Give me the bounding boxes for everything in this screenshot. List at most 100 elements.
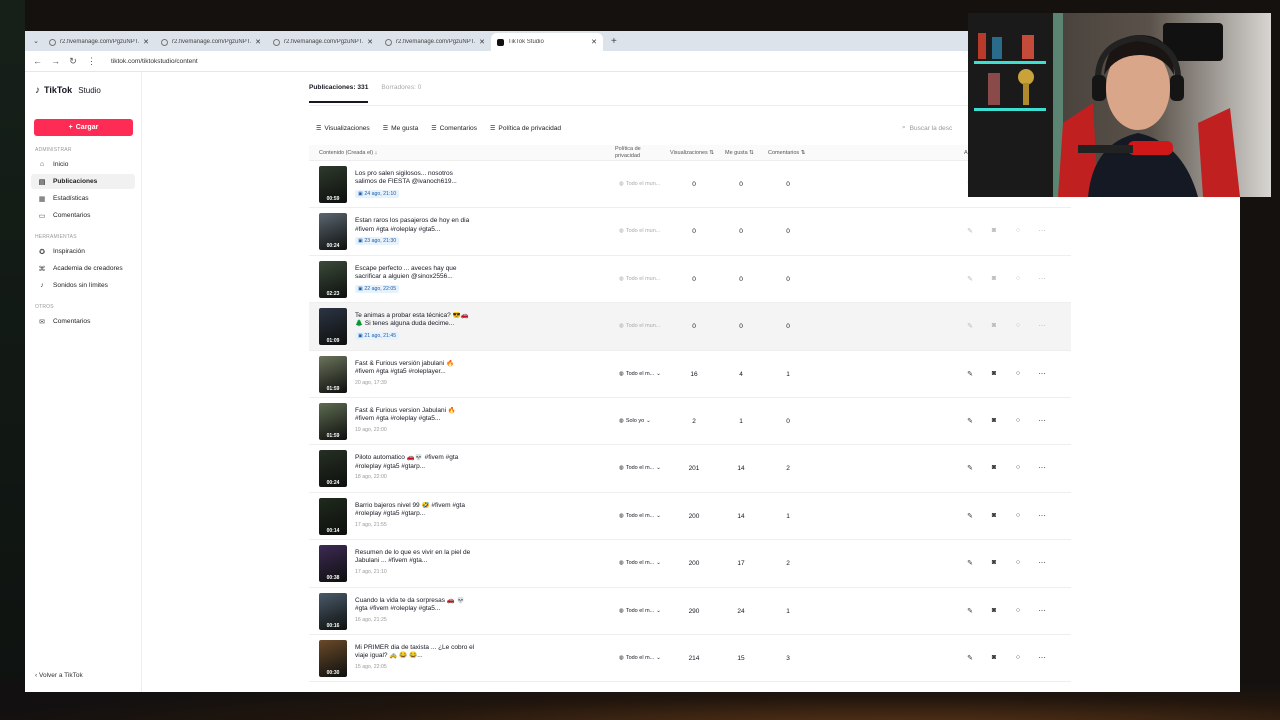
sidebar-item-academy[interactable]: ⌘ Academia de creadores [31,261,135,276]
post-caption[interactable]: Barrio bajeros nivel 99 🤣 #fivem #gta #r… [355,502,475,519]
video-thumbnail[interactable]: 01:59 [319,402,347,440]
sidebar-item-bulb[interactable]: ✪ Inspiración [31,244,135,259]
video-thumbnail[interactable]: 00:16 [319,592,347,630]
more-icon[interactable]: ⋯ [1038,227,1046,235]
more-icon[interactable]: ⋯ [1038,322,1046,330]
sidebar-item-home[interactable]: ⌂ Inicio [31,157,135,172]
more-icon[interactable]: ⋯ [1038,559,1046,567]
comment-icon[interactable]: ○ [1014,654,1022,662]
col-content[interactable]: Contenido (Creada el) ↓ [319,150,377,156]
comment-icon[interactable]: ○ [1014,464,1022,472]
col-likes[interactable]: Me gusta ⇅ [725,150,754,156]
post-caption[interactable]: Cuando la vida te da sorpresas 🚗 💀 #gta … [355,597,475,614]
close-icon[interactable]: ✕ [255,38,261,46]
comment-icon[interactable]: ○ [1014,607,1022,615]
more-icon[interactable]: ⋯ [1038,417,1046,425]
col-comments[interactable]: Comentarios ⇅ [768,150,805,156]
edit-icon[interactable]: ✎ [966,512,974,520]
video-thumbnail[interactable]: 01:59 [319,355,347,393]
table-row[interactable]: 00:30 Mi PRIMER dia de taxista ... ¿Le c… [309,635,1071,683]
reload-icon[interactable]: ↻ [69,56,77,67]
close-icon[interactable]: ✕ [479,38,485,46]
col-views[interactable]: Visualizaciones ⇅ [670,150,714,156]
post-caption[interactable]: Piloto automatico 🚗💀 #fivem #gta #rolepl… [355,454,475,471]
table-row[interactable]: 00:24 Piloto automatico 🚗💀 #fivem #gta #… [309,445,1071,493]
more-icon[interactable]: ⋯ [1038,607,1046,615]
stats-icon[interactable]: ◙ [990,607,998,615]
stats-icon[interactable]: ◙ [990,227,998,235]
stats-icon[interactable]: ◙ [990,512,998,520]
stats-icon[interactable]: ◙ [990,322,998,330]
privacy-select[interactable]: ◍ Todo el m... ⌄ [619,465,661,471]
comment-icon[interactable]: ○ [1014,417,1022,425]
stats-icon[interactable]: ◙ [990,654,998,662]
post-caption[interactable]: Escape perfecto ... aveces hay que sacri… [355,265,475,282]
video-thumbnail[interactable]: 02:23 [319,260,347,298]
edit-icon[interactable]: ✎ [966,227,974,235]
edit-icon[interactable]: ✎ [966,559,974,567]
comment-icon[interactable]: ○ [1014,322,1022,330]
comment-icon[interactable]: ○ [1014,275,1022,283]
table-row[interactable]: 00:24 Estan raros los pasajeros de hoy e… [309,208,1071,256]
tab-search-chevron-icon[interactable]: ⌄ [29,31,43,51]
comment-icon[interactable]: ○ [1014,559,1022,567]
more-icon[interactable]: ⋯ [1038,370,1046,378]
back-arrow-icon[interactable]: ← [33,56,42,66]
more-icon[interactable]: ⋯ [1038,512,1046,520]
edit-icon[interactable]: ✎ [966,654,974,662]
browser-tab[interactable]: r2.fivemanage.com/PgzuNPTZ... ✕ [43,33,155,51]
post-caption[interactable]: Te animas a probar esta técnica? 😎🚗🌲 Si … [355,312,475,329]
filter-button[interactable]: ☰ Política de privacidad [487,123,564,134]
forward-arrow-icon[interactable]: → [51,56,60,66]
stats-icon[interactable]: ◙ [990,417,998,425]
edit-icon[interactable]: ✎ [966,322,974,330]
privacy-select[interactable]: ◍ Todo el m... ⌄ [619,560,661,566]
edit-icon[interactable]: ✎ [966,275,974,283]
video-thumbnail[interactable]: 01:09 [319,308,347,346]
browser-tab[interactable]: r2.fivemanage.com/PgzuNPTZ... ✕ [155,33,267,51]
stats-icon[interactable]: ◙ [990,370,998,378]
stats-icon[interactable]: ◙ [990,275,998,283]
edit-icon[interactable]: ✎ [966,607,974,615]
privacy-select[interactable]: ◍ Todo el m... ⌄ [619,371,661,377]
table-row[interactable]: 00:38 Resumen de lo que es vivir en la p… [309,540,1071,588]
table-row[interactable]: 00:59 Los pro salen sigilosos... nosotro… [309,161,1071,209]
sidebar-item-comments[interactable]: ▭ Comentarios [31,208,135,223]
more-icon[interactable]: ⋯ [1038,464,1046,472]
more-icon[interactable]: ⋯ [1038,275,1046,283]
browser-tab[interactable]: r2.fivemanage.com/PgzuNPTZ... ✕ [379,33,491,51]
post-caption[interactable]: Fast & Furious version Jabulani 🔥 #fivem… [355,407,475,424]
post-caption[interactable]: Mi PRIMER dia de taxista ... ¿Le cobro e… [355,644,475,661]
comment-icon[interactable]: ○ [1014,370,1022,378]
table-row[interactable]: 01:59 Fast & Furious version Jabulani 🔥 … [309,398,1071,446]
stats-icon[interactable]: ◙ [990,464,998,472]
comment-icon[interactable]: ○ [1014,512,1022,520]
tiktok-studio-logo[interactable]: ♪ TikTok Studio [25,82,141,98]
privacy-select[interactable]: ◍ Solo yo ⌄ [619,418,651,424]
sidebar-item-stats[interactable]: ▦ Estadísticas [31,191,135,206]
privacy-select[interactable]: ◍ Todo el m... ⌄ [619,513,661,519]
upload-button[interactable]: + Cargar [34,119,133,136]
post-caption[interactable]: Los pro salen sigilosos... nosotros sali… [355,170,475,187]
video-thumbnail[interactable]: 00:38 [319,545,347,583]
tab-drafts[interactable]: Borradores: 0 [381,84,421,103]
comment-icon[interactable]: ○ [1014,227,1022,235]
video-thumbnail[interactable]: 00:59 [319,166,347,203]
sidebar-item-posts[interactable]: ▤ Publicaciones [31,174,135,189]
table-row[interactable]: 00:16 Cuando la vida te da sorpresas 🚗 💀… [309,588,1071,635]
table-row[interactable]: 01:59 Fast & Furious versión jabulani 🔥 … [309,351,1071,398]
sidebar-item-feedback[interactable]: ✉ Comentarios [31,314,135,329]
filter-button[interactable]: ☰ Me gusta [380,123,422,134]
filter-button[interactable]: ☰ Visualizaciones [313,123,373,134]
browser-tab[interactable]: TikTok Studio ✕ [491,33,603,51]
table-row[interactable]: 02:23 Escape perfecto ... aveces hay que… [309,256,1071,304]
video-thumbnail[interactable]: 00:24 [319,213,347,251]
stats-icon[interactable]: ◙ [990,559,998,567]
back-to-tiktok-link[interactable]: ‹ Volver a TikTok [35,672,83,679]
edit-icon[interactable]: ✎ [966,370,974,378]
privacy-select[interactable]: ◍ Todo el m... ⌄ [619,608,661,614]
video-thumbnail[interactable]: 00:30 [319,639,347,677]
table-row[interactable]: 01:09 Te animas a probar esta técnica? 😎… [309,303,1071,351]
url-field[interactable]: tiktok.com/tiktokstudio/content [111,58,198,65]
filter-button[interactable]: ☰ Comentarios [428,123,480,134]
